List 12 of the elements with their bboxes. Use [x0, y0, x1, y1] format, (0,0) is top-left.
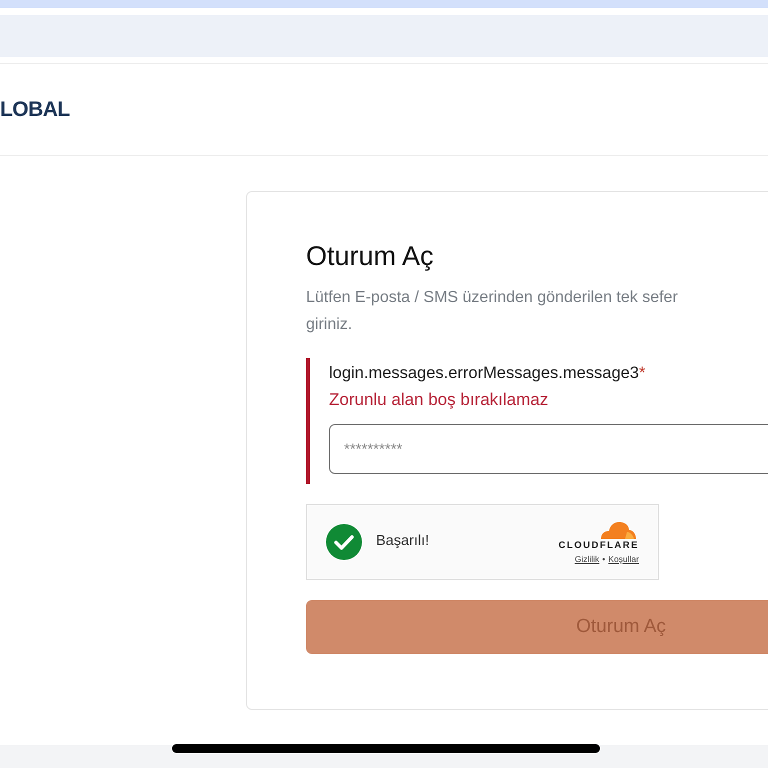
captcha-status: Başarılı! — [376, 532, 430, 552]
instruction-text: giriniz. — [306, 315, 352, 335]
logo-text[interactable]: LOBAL — [0, 94, 70, 126]
terms-link[interactable]: Koşullar — [608, 553, 639, 565]
privacy-link[interactable]: Gizlilik — [574, 553, 600, 565]
separator-dot: • — [602, 553, 606, 565]
brand-text: CLOUDFLARE — [558, 539, 639, 553]
field-label: login.messages.errorMessages.message3* — [329, 363, 646, 384]
error-message: Zorunlu alan boş bırakılamaz — [329, 389, 548, 411]
instruction-text: Lütfen E-posta / SMS üzerinden gönderilen tek sefer — [306, 288, 678, 308]
login-title: Oturum Aç — [306, 240, 435, 273]
code-input-field[interactable]: ********** — [329, 424, 768, 474]
